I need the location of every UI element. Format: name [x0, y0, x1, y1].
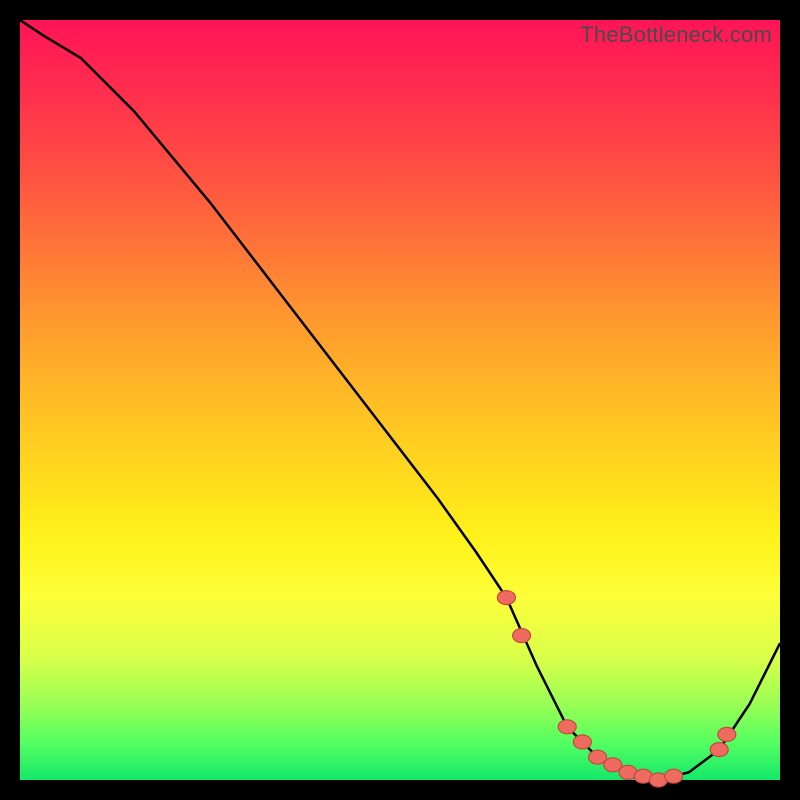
optimal-marker [665, 769, 683, 783]
marker-group [497, 591, 735, 787]
plot-area: TheBottleneck.com [20, 20, 780, 780]
optimal-marker [513, 629, 531, 643]
optimal-marker [558, 720, 576, 734]
optimal-marker [573, 735, 591, 749]
chart-svg [20, 20, 780, 780]
bottleneck-curve [20, 20, 780, 780]
optimal-marker [497, 591, 515, 605]
optimal-marker [710, 743, 728, 757]
optimal-marker [718, 727, 736, 741]
chart-frame: TheBottleneck.com [0, 0, 800, 800]
